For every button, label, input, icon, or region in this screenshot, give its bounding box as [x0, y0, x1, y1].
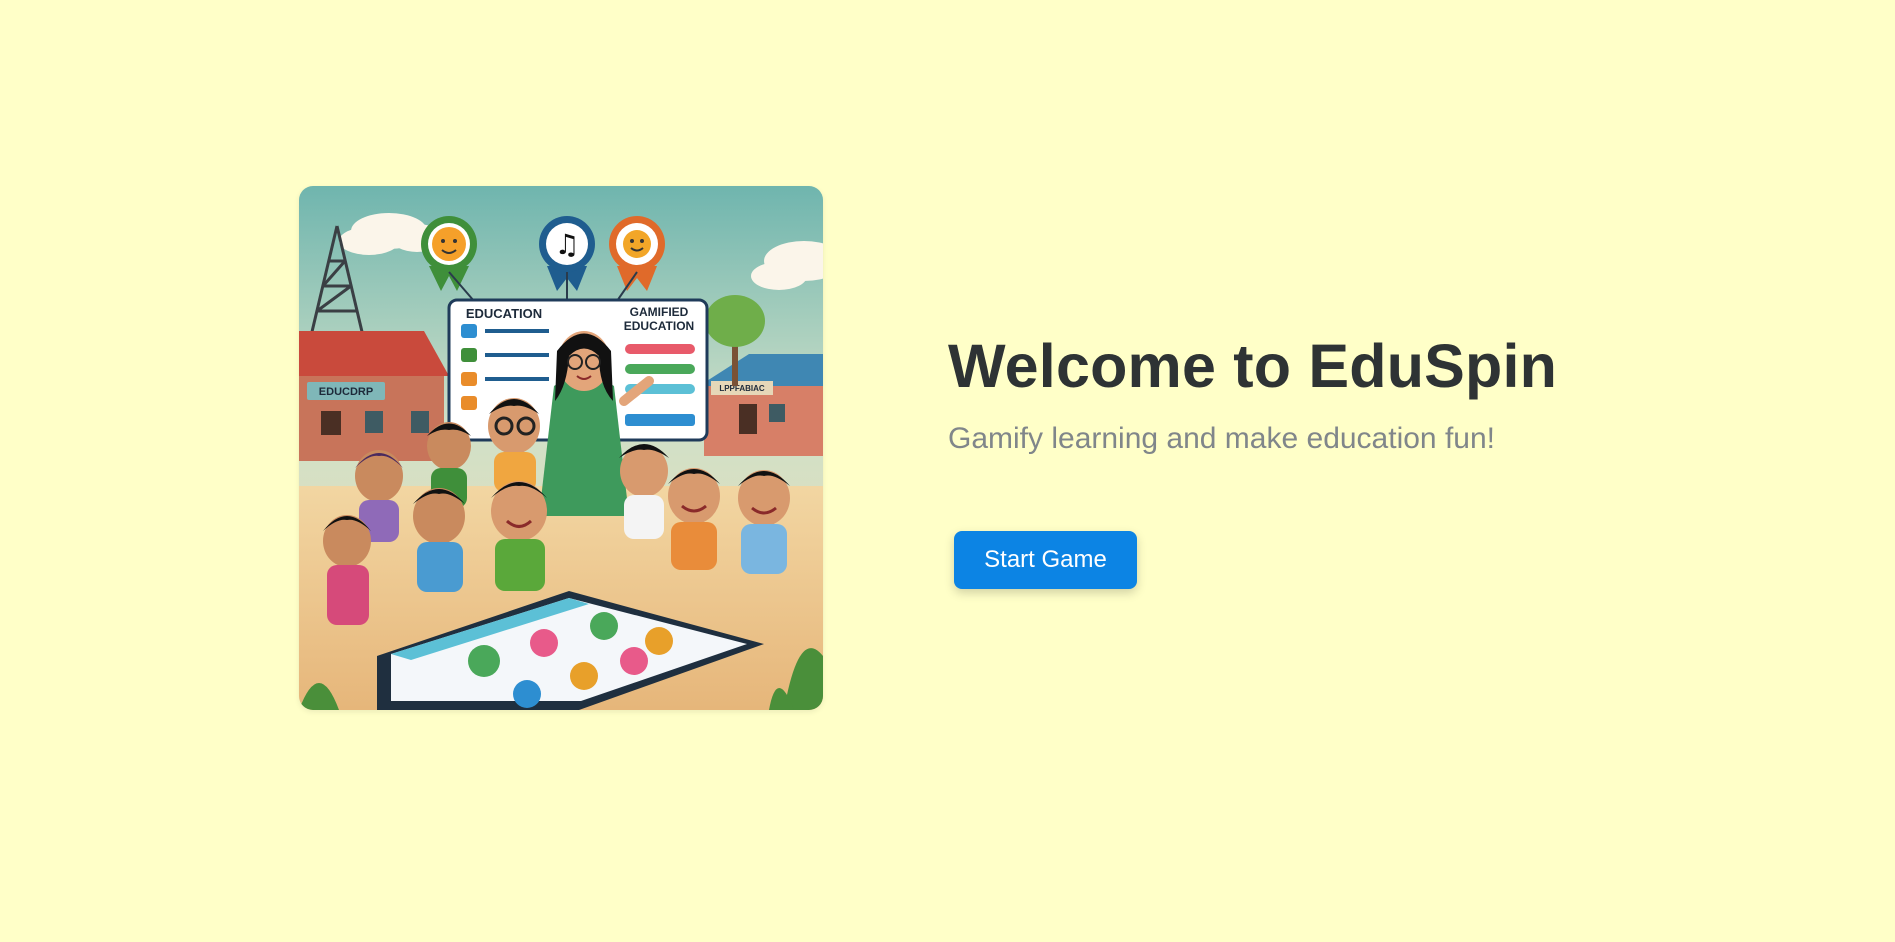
- start-game-button[interactable]: Start Game: [954, 531, 1137, 589]
- board-left-label: EDUCATION: [466, 306, 542, 321]
- page-subtitle: Gamify learning and make education fun!: [948, 422, 1495, 456]
- hero-illustration: EDUCDRP LPPFABIAC ♫ EDUCATION GAMIFIED E…: [299, 186, 823, 710]
- illustration-canvas: EDUCDRP LPPFABIAC ♫ EDUCATION GAMIFIED E…: [299, 186, 823, 710]
- hero-text: Welcome to EduSpin Gamify learning and m…: [948, 330, 1768, 457]
- house-sign: LPPFABIAC: [719, 384, 765, 393]
- welcome-page: EDUCDRP LPPFABIAC ♫ EDUCATION GAMIFIED E…: [0, 0, 1895, 942]
- page-title: Welcome to EduSpin: [948, 332, 1558, 400]
- board-right-label-line2: EDUCATION: [624, 319, 694, 333]
- svg-text:♫: ♫: [554, 228, 579, 261]
- school-building: EDUCDRP: [299, 331, 449, 461]
- board-right-label-line1: GAMIFIED: [630, 305, 689, 319]
- school-sign: EDUCDRP: [319, 386, 373, 398]
